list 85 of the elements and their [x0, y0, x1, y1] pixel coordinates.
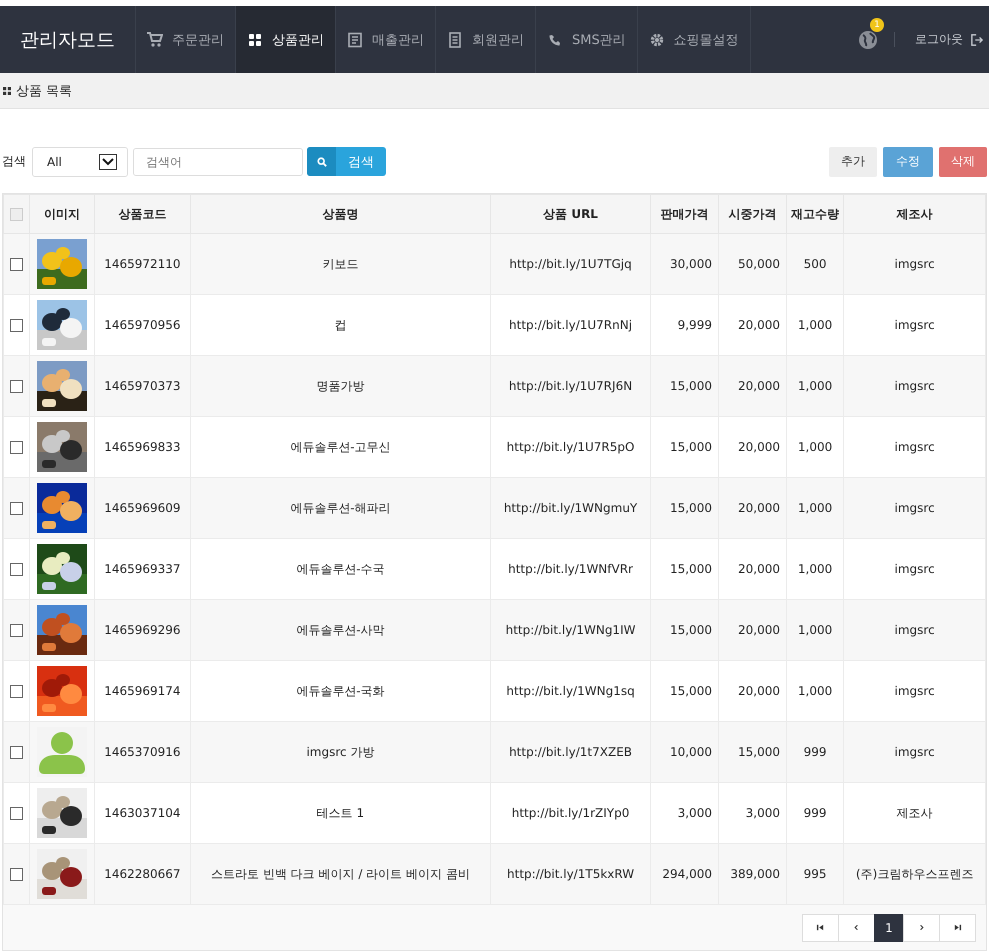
- market-price-cell: 389,000: [718, 844, 786, 904]
- product-name-cell: 명품가방: [190, 356, 491, 416]
- row-checkbox[interactable]: [10, 319, 23, 332]
- skip-icon: [953, 923, 962, 932]
- column-header: 제조사: [844, 194, 986, 234]
- market-price-cell: 20,000: [718, 478, 786, 538]
- manufacturer-cell: (주)크림하우스프렌즈: [844, 844, 986, 904]
- stock-cell: 500: [786, 234, 844, 294]
- manufacturer-cell: imgsrc: [844, 722, 986, 782]
- manufacturer-cell: imgsrc: [844, 234, 986, 294]
- price-cell: 294,000: [650, 844, 718, 904]
- search-label: 검색: [2, 153, 26, 170]
- product-code-cell: 1465972110: [94, 234, 190, 294]
- market-price-cell: 15,000: [718, 722, 786, 782]
- column-header: 상품코드: [94, 194, 190, 234]
- price-cell: 15,000: [650, 600, 718, 660]
- row-checkbox[interactable]: [10, 502, 23, 516]
- manufacturer-cell: imgsrc: [844, 600, 986, 660]
- product-code-cell: 1465970373: [94, 356, 190, 416]
- document-icon: [447, 32, 463, 48]
- product-url-cell: http://bit.ly/1WNgmuY: [490, 478, 650, 538]
- stock-cell: 995: [786, 844, 844, 904]
- market-price-cell: 50,000: [718, 234, 786, 294]
- column-header: 상품명: [190, 194, 491, 234]
- product-code-cell: 1465370916: [94, 722, 190, 782]
- row-checkbox[interactable]: [10, 624, 23, 638]
- skip-icon: [816, 923, 825, 932]
- category-select[interactable]: All: [32, 146, 128, 176]
- column-header: 재고수량: [786, 194, 844, 234]
- select-all-checkbox[interactable]: [10, 208, 23, 222]
- search-button[interactable]: 검색: [307, 147, 386, 176]
- product-url-cell: http://bit.ly/1U7RJ6N: [490, 356, 650, 416]
- product-name-cell: 에듀솔루션-사막: [190, 600, 491, 660]
- product-code-cell: 1462280667: [94, 844, 190, 904]
- row-checkbox[interactable]: [10, 380, 23, 394]
- globe-icon[interactable]: [858, 30, 878, 50]
- stock-cell: 1,000: [786, 600, 844, 660]
- search-icon: [316, 156, 326, 166]
- page-title: 상품 목록: [16, 82, 72, 100]
- notification-badge: 1: [870, 18, 884, 32]
- row-checkbox[interactable]: [10, 258, 23, 272]
- product-url-cell: http://bit.ly/1U7TGjq: [490, 234, 650, 294]
- stock-cell: 999: [786, 722, 844, 782]
- market-price-cell: 20,000: [718, 356, 786, 416]
- manufacturer-cell: imgsrc: [844, 356, 986, 416]
- product-name-cell: 에듀솔루션-해파리: [190, 478, 491, 538]
- action-button[interactable]: 추가: [829, 146, 877, 176]
- product-code-cell: 1465969609: [94, 478, 190, 538]
- logout-button[interactable]: 로그아웃: [895, 6, 989, 73]
- ledger-icon: [347, 32, 363, 48]
- price-cell: 10,000: [650, 722, 718, 782]
- price-cell: 15,000: [650, 478, 718, 538]
- search-field[interactable]: 검색어: [133, 148, 303, 176]
- price-cell: 15,000: [650, 356, 718, 416]
- nav-tab[interactable]: 상품관리: [236, 6, 336, 73]
- column-header: 상품 URL: [490, 194, 650, 234]
- grid-icon: [3, 86, 11, 94]
- row-checkbox[interactable]: [10, 807, 23, 820]
- cart-icon: [147, 32, 163, 48]
- stock-cell: 1,000: [786, 356, 844, 416]
- page-button[interactable]: 1: [874, 914, 904, 942]
- price-cell: 30,000: [650, 234, 718, 294]
- row-checkbox[interactable]: [10, 746, 23, 760]
- product-code-cell: 1465969296: [94, 600, 190, 660]
- prev-page-button[interactable]: [838, 914, 875, 942]
- product-url-cell: http://bit.ly/1t7XZEB: [490, 722, 650, 782]
- market-price-cell: 20,000: [718, 600, 786, 660]
- logout-icon: [971, 34, 983, 46]
- row-checkbox[interactable]: [10, 685, 23, 698]
- stock-cell: 1,000: [786, 478, 844, 538]
- row-checkbox[interactable]: [10, 441, 23, 454]
- row-checkbox[interactable]: [10, 868, 23, 882]
- column-header: 이미지: [30, 194, 94, 234]
- gear-icon: [648, 32, 665, 48]
- column-header: 판매가격: [650, 194, 718, 234]
- column-header: 시중가격: [718, 194, 786, 234]
- product-url-cell: http://bit.ly/1WNg1IW: [490, 600, 650, 660]
- product-name-cell: 스트라토 빈백 다크 베이지 / 라이트 베이지 콤비: [190, 844, 491, 904]
- product-name-cell: imgsrc 가방: [190, 722, 491, 782]
- row-checkbox[interactable]: [10, 563, 23, 576]
- product-name-cell: 키보드: [190, 234, 491, 294]
- product-url-cell: http://bit.ly/1T5kxRW: [490, 844, 650, 904]
- manufacturer-cell: imgsrc: [844, 478, 986, 538]
- grid-icon: [247, 32, 263, 48]
- action-button[interactable]: 삭제: [939, 146, 987, 176]
